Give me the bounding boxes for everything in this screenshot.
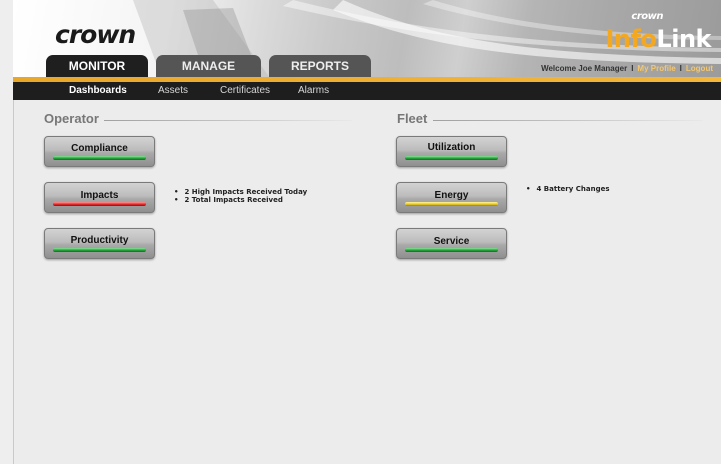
sub-navigation: Dashboards Assets Certificates Alarms [13,82,721,100]
tab-manage[interactable]: MANAGE [156,55,261,77]
fleet-divider [433,120,703,121]
productivity-label: Productivity [70,235,129,246]
operator-divider [104,120,352,121]
impacts-button[interactable]: Impacts [44,182,155,213]
operator-section-title: Operator [44,111,99,126]
crown-brand-small: crown [631,11,663,22]
impacts-label: Impacts [80,190,119,201]
list-item: 2 Total Impacts Received [174,196,307,204]
user-links: Welcome Joe Manager I My Profile I Logout [541,64,713,73]
list-item: 2 High Impacts Received Today [174,188,307,196]
list-item: 4 Battery Changes [526,185,609,193]
impacts-status-bar [53,202,146,206]
service-status-bar [405,248,498,252]
tab-reports[interactable]: REPORTS [269,55,371,77]
my-profile-link[interactable]: My Profile [637,64,675,73]
separator: I [679,64,682,73]
energy-status-bar [405,202,498,206]
productivity-status-bar [53,248,146,252]
productivity-button[interactable]: Productivity [44,228,155,259]
utilization-button[interactable]: Utilization [396,136,507,167]
compliance-button[interactable]: Compliance [44,136,155,167]
fleet-section-title: Fleet [397,111,428,126]
infolink-logo-suffix: Link [656,25,711,53]
service-button[interactable]: Service [396,228,507,259]
crown-logo: crown [55,20,136,49]
service-label: Service [433,236,470,247]
energy-label: Energy [434,190,469,201]
utilization-label: Utilization [427,142,476,153]
compliance-label: Compliance [71,143,128,154]
welcome-text: Welcome Joe Manager [541,64,628,73]
subnav-assets[interactable]: Assets [158,85,188,96]
utilization-status-bar [405,156,498,160]
infolink-logo: InfoLink [605,25,711,53]
subnav-alarms[interactable]: Alarms [298,85,329,96]
infolink-logo-prefix: Inf [605,25,641,53]
impacts-notes: 2 High Impacts Received Today 2 Total Im… [174,188,307,204]
infolink-logo-o: o [640,25,657,53]
subnav-dashboards[interactable]: Dashboards [69,85,127,96]
tab-monitor[interactable]: MONITOR [46,55,148,77]
compliance-status-bar [53,156,146,160]
subnav-certificates[interactable]: Certificates [220,85,270,96]
logout-link[interactable]: Logout [686,64,713,73]
energy-button[interactable]: Energy [396,182,507,213]
separator: I [631,64,634,73]
energy-notes: 4 Battery Changes [526,185,609,193]
